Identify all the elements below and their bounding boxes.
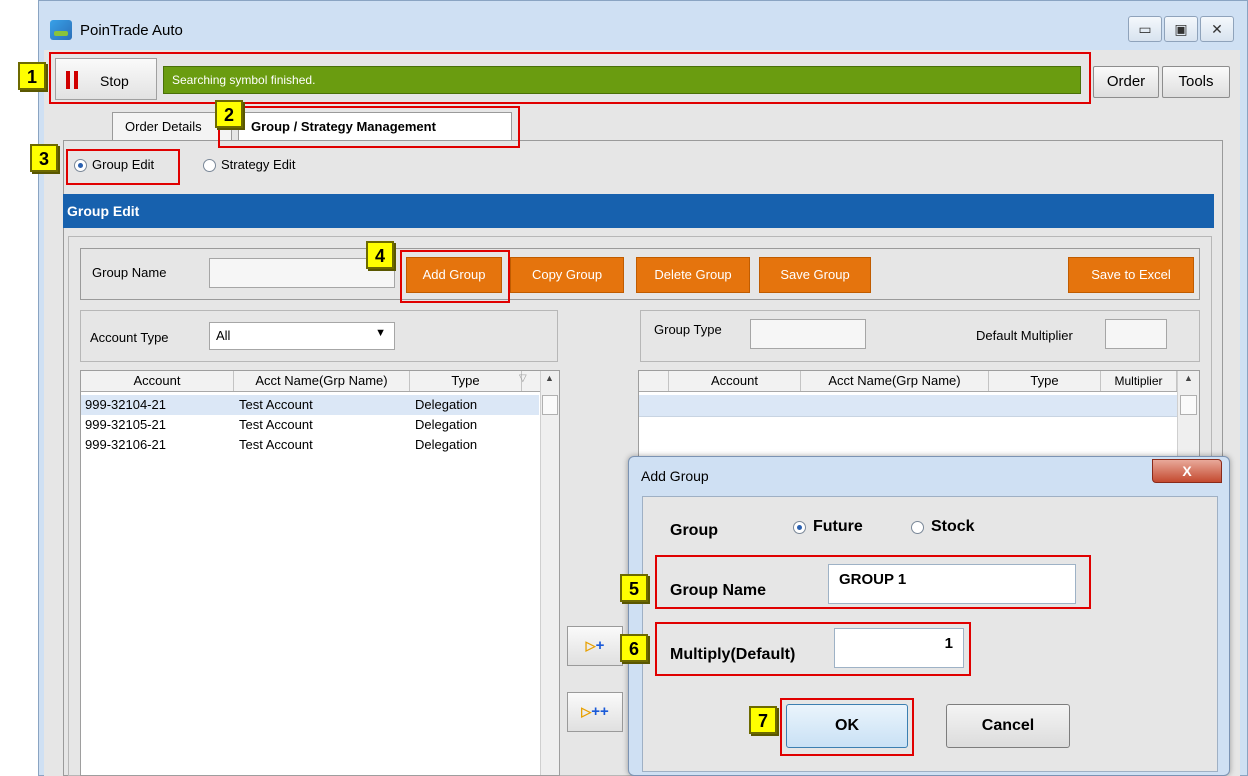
stock-radio[interactable] [911,521,924,534]
step-marker: 6 [620,634,648,662]
app-logo-icon [50,20,72,40]
account-cell: 999-32106-21 [85,437,166,452]
default-multiplier-label: Default Multiplier [976,328,1073,343]
column-header[interactable]: Multiplier [1101,371,1177,391]
future-label: Future [813,518,863,535]
accounts-scrollbar[interactable]: ▲ [540,371,559,775]
scroll-up-icon[interactable]: ▲ [545,373,554,383]
stock-label: Stock [931,518,975,535]
strategy-edit-label: Strategy Edit [221,157,296,172]
chevron-down-icon: ▼ [375,327,386,339]
dialog-title: Add Group [641,468,709,484]
group-edit-header: Group Edit [63,194,1214,228]
step-marker: 5 [620,574,648,602]
move-all-button[interactable]: ▷++ [567,692,623,732]
group-type-input[interactable] [750,319,866,349]
column-header[interactable]: Account [81,371,234,391]
triangle-right-icon: ▷ [581,704,592,719]
move-one-button[interactable]: ▷+ [567,626,623,666]
table-row[interactable]: 999-32105-21 Test Account Delegation [81,415,539,435]
scroll-thumb[interactable] [542,395,558,415]
group-name-label: Group Name [92,265,167,280]
scroll-up-icon[interactable]: ▲ [1184,373,1193,383]
step-marker: 3 [30,144,58,172]
table-row[interactable]: 999-32106-21 Test Account Delegation [81,435,539,455]
type-cell: Delegation [415,437,478,452]
account-cell: 999-32104-21 [85,397,166,412]
acct-name-cell: Test Account [239,417,313,432]
account-type-select[interactable]: All ▼ [209,322,395,350]
highlight-box-toolbar [49,52,1091,104]
window-title: PoinTrade Auto [80,22,183,39]
highlight-box-add-group [400,250,510,303]
dialog-close-button[interactable]: X [1152,459,1222,483]
close-window-button[interactable]: ✕ [1200,16,1234,42]
default-multiplier-input[interactable] [1105,319,1167,349]
column-header[interactable]: Acct Name(Grp Name) [801,371,989,391]
maximize-button[interactable]: ▣ [1164,16,1198,42]
column-header[interactable]: Acct Name(Grp Name) [234,371,410,391]
step-marker: 4 [366,241,394,269]
highlight-box-tab [218,106,520,148]
cancel-button[interactable]: Cancel [946,704,1070,748]
order-button[interactable]: Order [1093,66,1159,98]
move-all-label: ++ [591,703,609,720]
copy-group-button[interactable]: Copy Group [510,257,624,293]
account-cell: 999-32105-21 [85,417,166,432]
step-marker: 2 [215,100,243,128]
minimize-button[interactable]: ▭ [1128,16,1162,42]
save-group-button[interactable]: Save Group [759,257,871,293]
tools-button[interactable]: Tools [1162,66,1230,98]
account-type-label: Account Type [90,330,169,345]
account-type-value: All [216,328,231,343]
group-type-label: Group Type [654,322,722,337]
future-radio[interactable] [793,521,806,534]
highlight-box-ok [780,698,914,756]
highlight-box-group-edit [66,149,180,185]
acct-name-cell: Test Account [239,397,313,412]
column-header[interactable]: Type [989,371,1101,391]
window-controls: ▭ ▣ ✕ [1128,14,1236,44]
row-selector-header [639,371,669,391]
scroll-thumb[interactable] [1180,395,1197,415]
step-marker: 7 [749,706,777,734]
move-one-label: + [595,637,605,654]
group-members-grid-header: Account Acct Name(Grp Name) Type Multipl… [639,371,1179,392]
strategy-edit-radio[interactable] [203,159,216,172]
table-row[interactable]: 999-32104-21 Test Account Delegation [81,395,539,415]
triangle-right-icon: ▷ [585,638,596,653]
highlight-box-group-name [655,555,1091,609]
accounts-grid-header: Account Acct Name(Grp Name) Type ▽ [81,371,541,392]
highlight-box-multiply [655,622,971,676]
save-to-excel-button[interactable]: Save to Excel [1068,257,1194,293]
acct-name-cell: Test Account [239,437,313,452]
step-marker: 1 [18,62,46,90]
type-cell: Delegation [415,397,478,412]
column-header[interactable]: Type [410,371,522,391]
table-row[interactable] [639,395,1177,417]
delete-group-button[interactable]: Delete Group [636,257,750,293]
tab-order-details[interactable]: Order Details [112,112,232,140]
column-header[interactable]: Account [669,371,801,391]
filter-icon[interactable]: ▽ [519,373,527,384]
dialog-group-label: Group [670,522,718,539]
type-cell: Delegation [415,417,478,432]
accounts-grid: Account Acct Name(Grp Name) Type ▽ ▲ 999… [80,370,560,776]
